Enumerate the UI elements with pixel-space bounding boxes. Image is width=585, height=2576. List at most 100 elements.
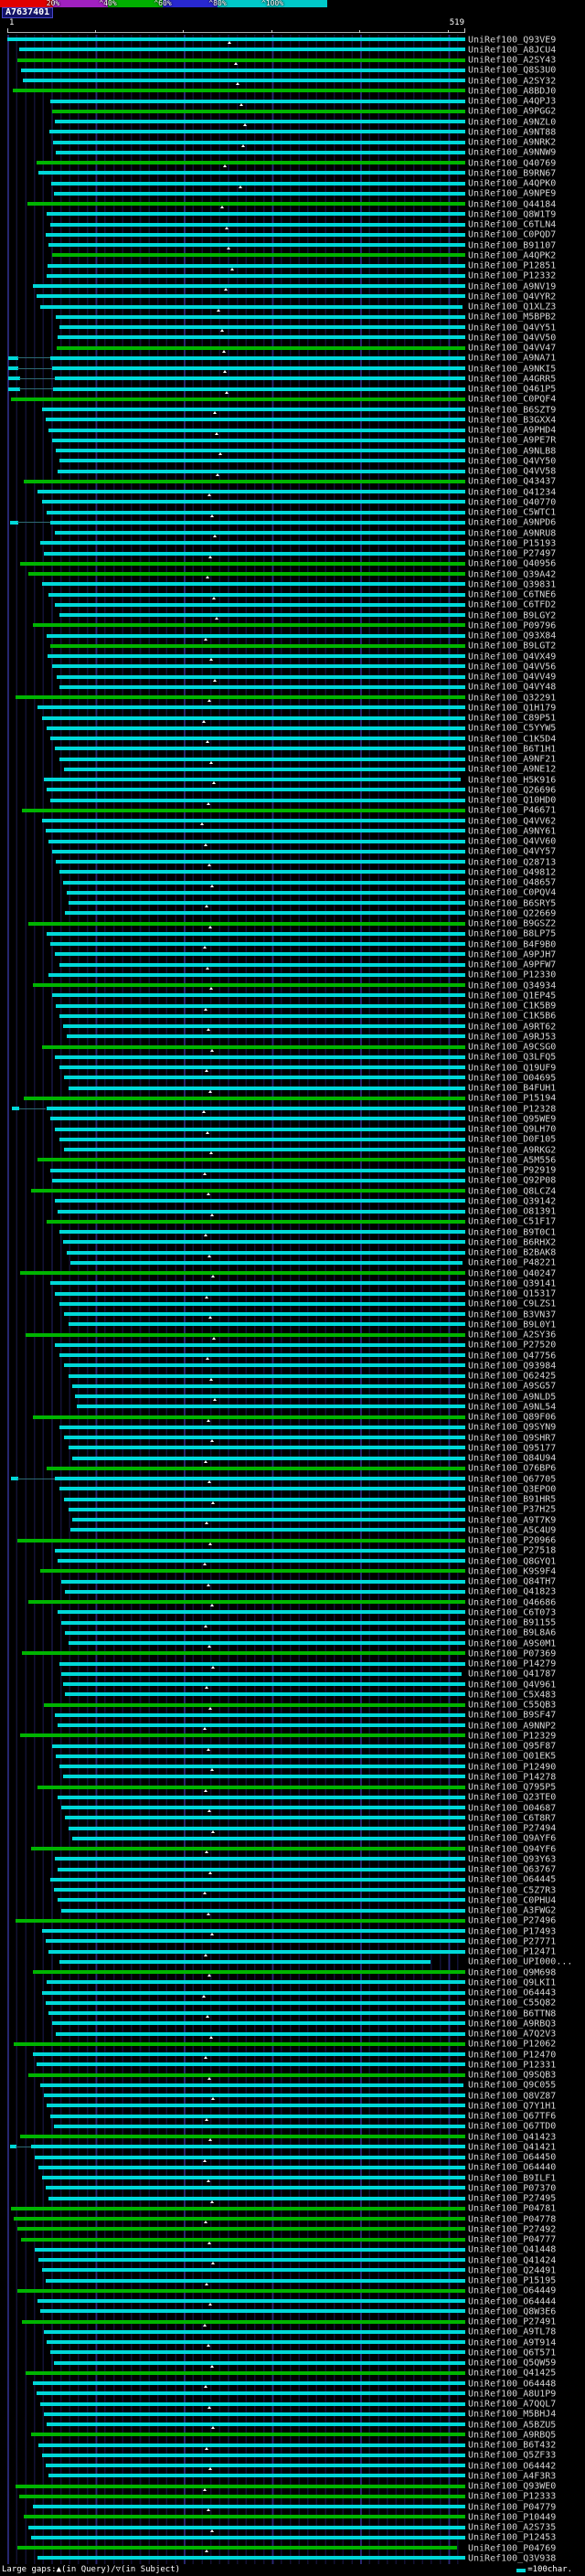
subject-label[interactable]: UniRef100_P92919 [468,1166,556,1176]
subject-label[interactable]: UniRef100_B6T432 [468,2441,556,2451]
alignment-bar[interactable] [58,325,465,330]
subject-label[interactable]: UniRef100_A2SY43 [468,56,556,66]
subject-label[interactable]: UniRef100_Q19UF9 [468,1063,556,1073]
subject-label[interactable]: UniRef100_C1K5B9 [468,1002,556,1012]
alignment-bar[interactable] [31,2535,465,2539]
alignment-bar[interactable] [15,2484,465,2488]
subject-label[interactable]: UniRef100_B91155 [468,1618,556,1628]
subject-label[interactable]: UniRef100_O64448 [468,2379,556,2389]
alignment-bar[interactable] [48,839,465,843]
alignment-bar[interactable] [36,161,465,165]
alignment-bar[interactable] [48,2011,465,2016]
alignment-bar[interactable] [50,643,465,648]
subject-label[interactable]: UniRef100_B9L0Y1 [468,1320,556,1330]
subject-label[interactable]: UniRef100_A4QPK2 [468,250,556,260]
subject-label[interactable]: UniRef100_C51F17 [468,1217,556,1227]
subject-label[interactable]: UniRef100_A5C4U9 [468,1525,556,1535]
subject-label[interactable]: UniRef100_B91HR5 [468,1495,556,1505]
alignment-bar[interactable] [72,1383,465,1388]
subject-label[interactable]: UniRef100_P15195 [468,2276,556,2286]
alignment-bar[interactable] [39,1569,465,1574]
subject-label[interactable]: UniRef100_P27771 [468,1936,556,1946]
alignment-bar[interactable] [37,2165,465,2169]
subject-label[interactable]: UniRef100_P12329 [468,1731,556,1741]
alignment-bar[interactable] [41,819,465,823]
subject-label[interactable]: UniRef100_C5X483 [468,1690,556,1700]
alignment-bar[interactable] [24,1096,465,1100]
subject-label[interactable]: UniRef100_Q40769 [468,158,556,168]
alignment-bar[interactable] [34,2155,465,2159]
alignment-bar[interactable] [55,1548,465,1553]
alignment-bar[interactable] [55,1477,465,1481]
alignment-bar[interactable] [64,1630,465,1635]
alignment-bar[interactable] [50,737,465,741]
alignment-bar[interactable] [55,376,465,381]
subject-label[interactable]: UniRef100_A5BZU5 [468,2420,556,2430]
subject-label[interactable]: UniRef100_Q28713 [468,857,556,867]
alignment-bar[interactable] [58,469,465,473]
subject-label[interactable]: UniRef100_P12470 [468,2050,556,2060]
subject-label[interactable]: UniRef100_Q46686 [468,1597,556,1607]
subject-label[interactable]: UniRef100_A9RJ53 [468,1032,556,1042]
alignment-bar[interactable] [62,1682,465,1687]
subject-label[interactable]: UniRef100_C55Q82 [468,1998,556,2009]
subject-label[interactable]: UniRef100_Q8LCZ4 [468,1186,556,1196]
subject-label[interactable]: UniRef100_A2SY36 [468,1330,556,1341]
subject-label[interactable]: UniRef100_P12331 [468,2060,556,2070]
alignment-bar[interactable] [43,2094,465,2098]
subject-label[interactable]: UniRef100_P07369 [468,1648,556,1659]
subject-label[interactable]: UniRef100_A8U1P9 [468,2389,556,2399]
subject-label[interactable]: UniRef100_Q95177 [468,1443,556,1453]
alignment-bar[interactable] [37,2443,465,2447]
subject-label[interactable]: UniRef100_O04687 [468,1803,556,1813]
subject-label[interactable]: UniRef100_P12328 [468,1104,556,1114]
subject-label[interactable]: UniRef100_Q93VE9 [468,35,556,45]
subject-label[interactable]: UniRef100_P27495 [468,2194,556,2204]
subject-label[interactable]: UniRef100_C5YYW5 [468,724,556,734]
subject-label[interactable]: UniRef100_A9RKG2 [468,1145,556,1155]
alignment-bar[interactable] [24,2515,465,2519]
alignment-bar[interactable] [58,962,465,967]
subject-label[interactable]: UniRef100_Q39A42 [468,569,556,579]
subject-label[interactable]: UniRef100_Q9SQB3 [468,2071,556,2081]
subject-label[interactable]: UniRef100_P12330 [468,970,556,981]
subject-label[interactable]: UniRef100_Q84U94 [468,1454,556,1464]
subject-label[interactable]: UniRef100_B9SF47 [468,1711,556,1721]
alignment-bar[interactable] [46,1980,465,1985]
alignment-bar[interactable] [43,2412,465,2416]
alignment-bar[interactable] [53,387,465,391]
subject-label[interactable]: UniRef100_C1K5B6 [468,1012,556,1022]
subject-label[interactable]: UniRef100_B9T0C1 [468,1227,556,1237]
alignment-bar[interactable] [58,1610,465,1615]
alignment-bar[interactable] [15,1918,465,1923]
subject-label[interactable]: UniRef100_Q795P5 [468,1783,556,1793]
subject-label[interactable]: UniRef100_A9T914 [468,2337,556,2348]
subject-label[interactable]: UniRef100_Q9LKI1 [468,1977,556,1988]
subject-label[interactable]: UniRef100_Q43437 [468,477,556,487]
alignment-bar[interactable] [50,798,465,802]
subject-label[interactable]: UniRef100_Q4VY50 [468,456,556,466]
alignment-bar[interactable] [36,294,465,299]
alignment-bar[interactable] [33,284,465,289]
alignment-bar[interactable] [39,304,463,309]
subject-label[interactable]: UniRef100_Q9SHR7 [468,1433,556,1443]
subject-label[interactable]: UniRef100_H5K916 [468,775,556,785]
subject-label[interactable]: UniRef100_A9SG57 [468,1382,556,1392]
alignment-bar[interactable] [66,1034,465,1039]
subject-label[interactable]: UniRef100_Q9C055 [468,2081,556,2091]
alignment-bar[interactable] [22,1651,465,1656]
alignment-bar[interactable] [47,2340,465,2345]
alignment-bar[interactable] [58,613,465,618]
subject-label[interactable]: UniRef100_A9NZL0 [468,117,556,127]
subject-label[interactable]: UniRef100_O81391 [468,1207,556,1217]
subject-label[interactable]: UniRef100_B8LP75 [468,929,556,939]
alignment-bar[interactable] [33,2505,465,2509]
subject-label[interactable]: UniRef100_Q10HD0 [468,796,556,806]
subject-label[interactable]: UniRef100_C6TFD2 [468,600,556,610]
subject-label[interactable]: UniRef100_Q93X84 [468,631,556,641]
alignment-bar[interactable] [39,2401,465,2406]
subject-label[interactable]: UniRef100_B91107 [468,240,556,250]
alignment-bar[interactable] [52,1744,465,1748]
subject-label[interactable]: UniRef100_A5M556 [468,1155,556,1165]
subject-label[interactable]: UniRef100_Q4VY48 [468,683,556,693]
